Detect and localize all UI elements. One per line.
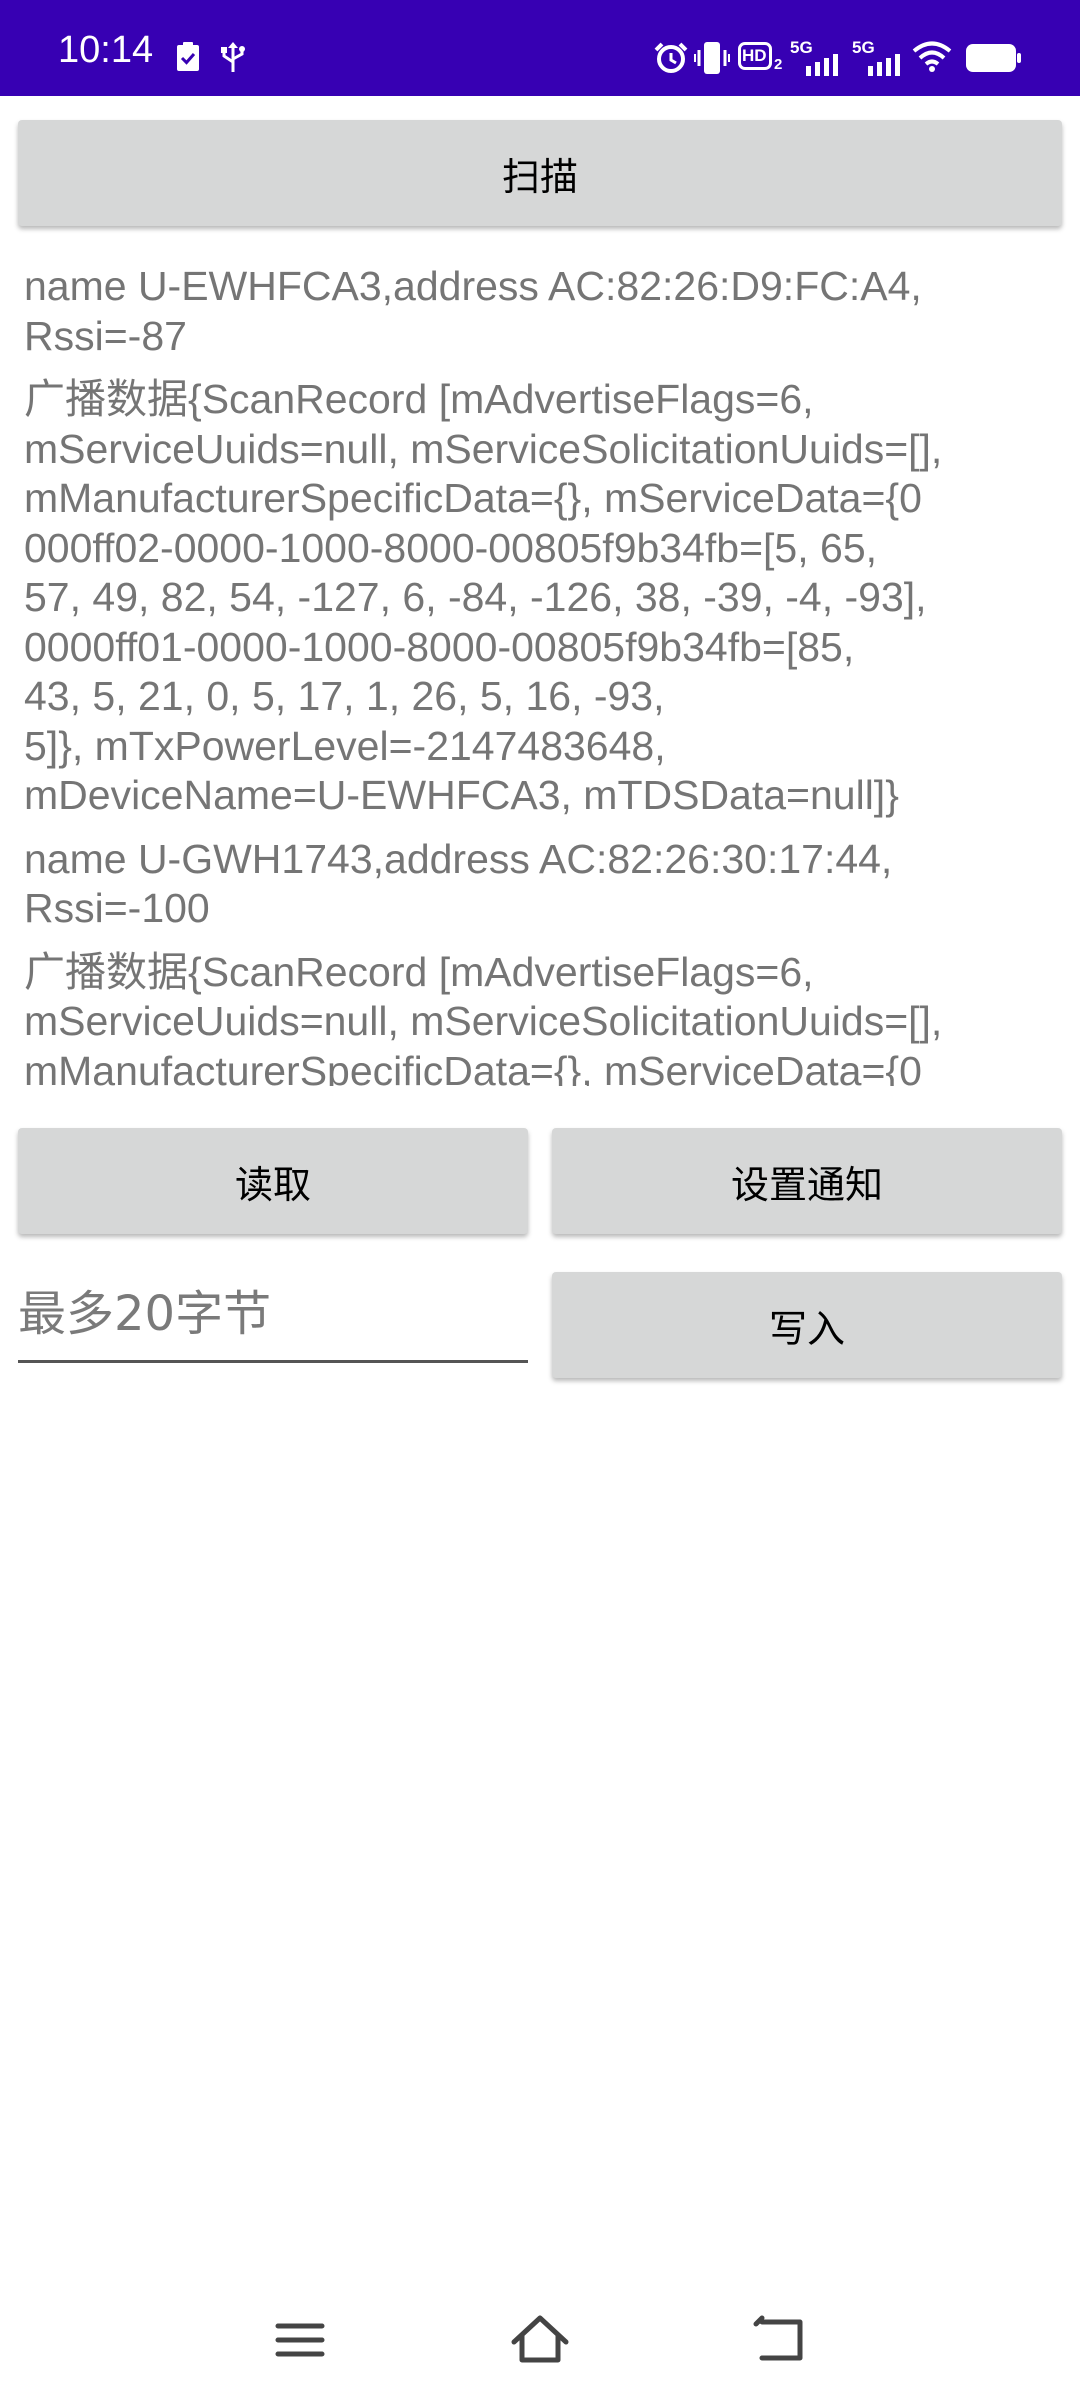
signal-5g-icon: 5G [852,38,904,76]
alarm-icon [654,42,688,73]
hd-voice-icon: HD 2 [738,42,783,73]
scan-button[interactable]: 扫描 [18,120,1062,226]
status-time: 10:14 [58,29,154,71]
result-line: 0000ff01-0000-1000-8000-00805f9b34fb=[85… [24,623,855,670]
result-line: Rssi=-87 [24,312,187,359]
set-notification-button[interactable]: 设置通知 [552,1128,1062,1234]
result-line: mDeviceName=U-EWHFCA3, mTDSData=null]} [24,772,899,818]
read-button[interactable]: 读取 [18,1128,528,1234]
result-line: 57, 49, 82, 54, -127, 6, -84, -126, 38, … [24,574,927,620]
hd-sub: 2 [774,56,783,73]
result-line: 广播数据{ScanRecord [mAdvertiseFlags=6, [24,948,814,995]
hd-label: HD [742,46,767,65]
result-line: mManufacturerSpecificData={}, mServiceDa… [24,1047,922,1087]
signal-5g-icon: 5G [790,38,842,76]
back-icon[interactable] [740,2300,820,2380]
scan-results-text: name U-EWHFCA3,address AC:82:26:D9:FC:A4… [24,262,1064,1086]
write-data-input[interactable] [18,1268,528,1360]
result-line: 000ff02-0000-1000-8000-00805f9b34fb=[5, … [24,524,878,571]
result-line: 5]}, mTxPowerLevel=-2147483648, [24,722,666,769]
vibrate-icon [694,42,730,74]
write-input-field [18,1268,528,1363]
navigation-bar [0,2280,1080,2388]
result-line: mServiceUuids=null, mServiceSolicitation… [24,425,943,472]
result-line: name U-GWH1743,address AC:82:26:30:17:44… [24,835,893,882]
usb-icon [221,42,245,72]
menu-icon[interactable] [260,2300,340,2380]
result-line: 43, 5, 21, 0, 5, 17, 1, 26, 5, 16, -93, [24,673,665,719]
home-icon[interactable] [500,2300,580,2380]
clipboard-check-icon [177,42,199,71]
result-line: Rssi=-100 [24,885,210,931]
battery-icon [966,44,1021,72]
wifi-icon [912,41,952,72]
result-line: name U-EWHFCA3,address AC:82:26:D9:FC:A4… [24,263,922,309]
write-button[interactable]: 写入 [552,1272,1062,1378]
result-line: 广播数据{ScanRecord [mAdvertiseFlags=6, [24,376,814,422]
status-bar: 10:14 HD 2 5G 5G [0,0,1080,96]
result-line: mManufacturerSpecificData={}, mServiceDa… [24,475,922,521]
result-line: mServiceUuids=null, mServiceSolicitation… [24,998,943,1044]
